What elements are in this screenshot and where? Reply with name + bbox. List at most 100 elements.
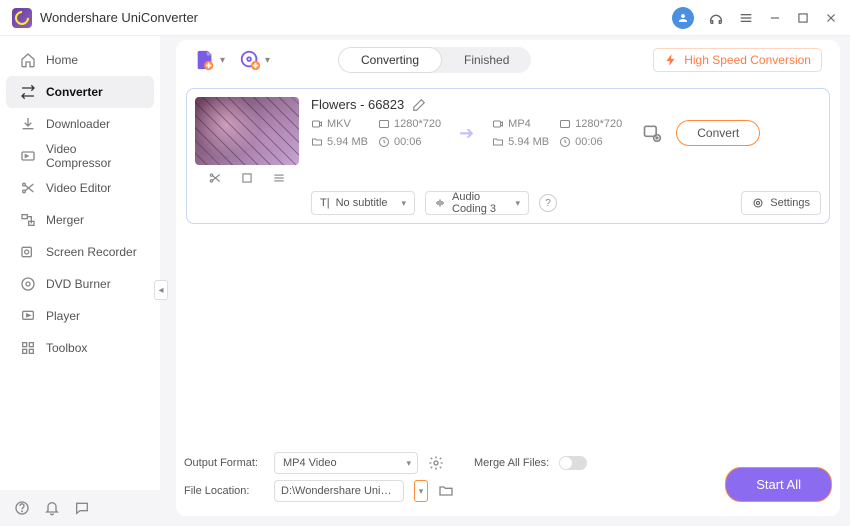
sidebar-item-label: Video Compressor (46, 142, 140, 170)
sidebar-item-label: Merger (46, 213, 84, 227)
dst-duration: 00:06 (575, 136, 603, 148)
feedback-icon[interactable] (74, 500, 90, 516)
chevron-down-icon: ▾ (220, 55, 225, 66)
arrow-icon: ➔ (459, 123, 474, 144)
src-format: MKV (327, 118, 351, 130)
edit-name-icon[interactable] (412, 98, 426, 112)
clock-icon (559, 136, 571, 148)
disc-icon (20, 276, 36, 292)
sidebar-item-label: Video Editor (46, 181, 111, 195)
support-icon[interactable] (708, 10, 724, 26)
dst-resolution: 1280*720 (575, 118, 622, 130)
sidebar-item-home[interactable]: Home (6, 44, 154, 76)
output-settings-icon[interactable] (642, 123, 662, 143)
download-icon (20, 116, 36, 132)
chevron-down-icon: ▾ (401, 198, 406, 209)
video-icon (311, 118, 323, 130)
file-location-field[interactable]: D:\Wondershare UniConverter (274, 480, 404, 502)
dst-format: MP4 (508, 118, 531, 130)
src-size: 5.94 MB (327, 136, 368, 148)
dst-size: 5.94 MB (508, 136, 549, 148)
file-location-label: File Location: (184, 485, 264, 497)
video-icon (492, 118, 504, 130)
sidebar-item-player[interactable]: Player (6, 300, 154, 332)
play-icon (20, 308, 36, 324)
maximize-icon[interactable] (796, 11, 810, 25)
trim-icon[interactable] (208, 171, 222, 185)
sidebar-item-editor[interactable]: Video Editor (6, 172, 154, 204)
open-folder-icon[interactable] (438, 483, 454, 499)
user-avatar[interactable] (672, 7, 694, 29)
high-speed-label: High Speed Conversion (684, 53, 811, 67)
sidebar-item-label: Downloader (46, 117, 110, 131)
sidebar-item-converter[interactable]: Converter (6, 76, 154, 108)
help-icon[interactable] (14, 500, 30, 516)
sidebar-item-label: Home (46, 53, 78, 67)
sidebar-item-dvd[interactable]: DVD Burner (6, 268, 154, 300)
subtitle-dropdown[interactable]: T| No subtitle ▾ (311, 191, 415, 215)
recorder-icon (20, 244, 36, 260)
sidebar-item-recorder[interactable]: Screen Recorder (6, 236, 154, 268)
output-format-label: Output Format: (184, 457, 264, 469)
convert-button[interactable]: Convert (676, 120, 760, 146)
tab-finished[interactable]: Finished (442, 47, 531, 73)
sidebar-item-compressor[interactable]: Video Compressor (6, 140, 154, 172)
file-card: Flowers - 66823 MKV 5.94 MB 1280*720 00:… (186, 88, 830, 224)
compressor-icon (20, 148, 36, 164)
clock-icon (378, 136, 390, 148)
merge-toggle[interactable] (559, 456, 587, 470)
chevron-down-icon: ▾ (515, 198, 520, 209)
scissors-icon (20, 180, 36, 196)
help-button[interactable]: ? (539, 194, 557, 212)
target-icon (752, 197, 764, 209)
subtitle-icon: T| (320, 197, 330, 209)
grid-icon (20, 340, 36, 356)
high-speed-button[interactable]: High Speed Conversion (653, 48, 822, 72)
video-thumbnail[interactable] (195, 97, 299, 165)
close-icon[interactable] (824, 11, 838, 25)
sidebar-item-toolbox[interactable]: Toolbox (6, 332, 154, 364)
main-panel: ▾ ▾ Converting Finished High Speed Conve… (176, 40, 840, 516)
start-all-button[interactable]: Start All (725, 467, 832, 502)
collapse-sidebar-button[interactable]: ◂ (154, 280, 168, 300)
sidebar-item-label: Converter (46, 85, 103, 99)
sidebar: Home Converter Downloader Video Compress… (0, 36, 160, 490)
minimize-icon[interactable] (768, 11, 782, 25)
chevron-down-icon: ▾ (406, 458, 411, 469)
src-resolution: 1280*720 (394, 118, 441, 130)
more-icon[interactable] (272, 171, 286, 185)
bell-icon[interactable] (44, 500, 60, 516)
file-location-dropdown[interactable]: ▾ (414, 480, 428, 502)
home-icon (20, 52, 36, 68)
add-dvd-button[interactable]: ▾ (239, 49, 270, 71)
menu-icon[interactable] (738, 10, 754, 26)
sidebar-item-label: Screen Recorder (46, 245, 137, 259)
resolution-icon (559, 118, 571, 130)
audio-dropdown[interactable]: Audio Coding 3 ▾ (425, 191, 529, 215)
sidebar-item-downloader[interactable]: Downloader (6, 108, 154, 140)
tabs: Converting Finished (338, 47, 531, 73)
tab-converting[interactable]: Converting (338, 47, 442, 73)
folder-icon (492, 136, 504, 148)
merger-icon (20, 212, 36, 228)
gear-icon[interactable] (428, 455, 444, 471)
sidebar-item-label: Player (46, 309, 80, 323)
crop-icon[interactable] (240, 171, 254, 185)
output-format-dropdown[interactable]: MP4 Video ▾ (274, 452, 418, 474)
add-file-button[interactable]: ▾ (194, 49, 225, 71)
src-duration: 00:06 (394, 136, 422, 148)
sidebar-item-merger[interactable]: Merger (6, 204, 154, 236)
chevron-down-icon: ▾ (265, 55, 270, 66)
disc-plus-icon (239, 49, 261, 71)
toolbar: ▾ ▾ Converting Finished High Speed Conve… (176, 40, 840, 80)
file-name: Flowers - 66823 (311, 97, 404, 112)
resolution-icon (378, 118, 390, 130)
app-logo (12, 8, 32, 28)
audio-icon (434, 197, 446, 209)
folder-icon (311, 136, 323, 148)
sidebar-item-label: DVD Burner (46, 277, 111, 291)
file-plus-icon (194, 49, 216, 71)
merge-label: Merge All Files: (474, 457, 549, 469)
file-settings-button[interactable]: Settings (741, 191, 821, 215)
titlebar: Wondershare UniConverter (0, 0, 850, 36)
